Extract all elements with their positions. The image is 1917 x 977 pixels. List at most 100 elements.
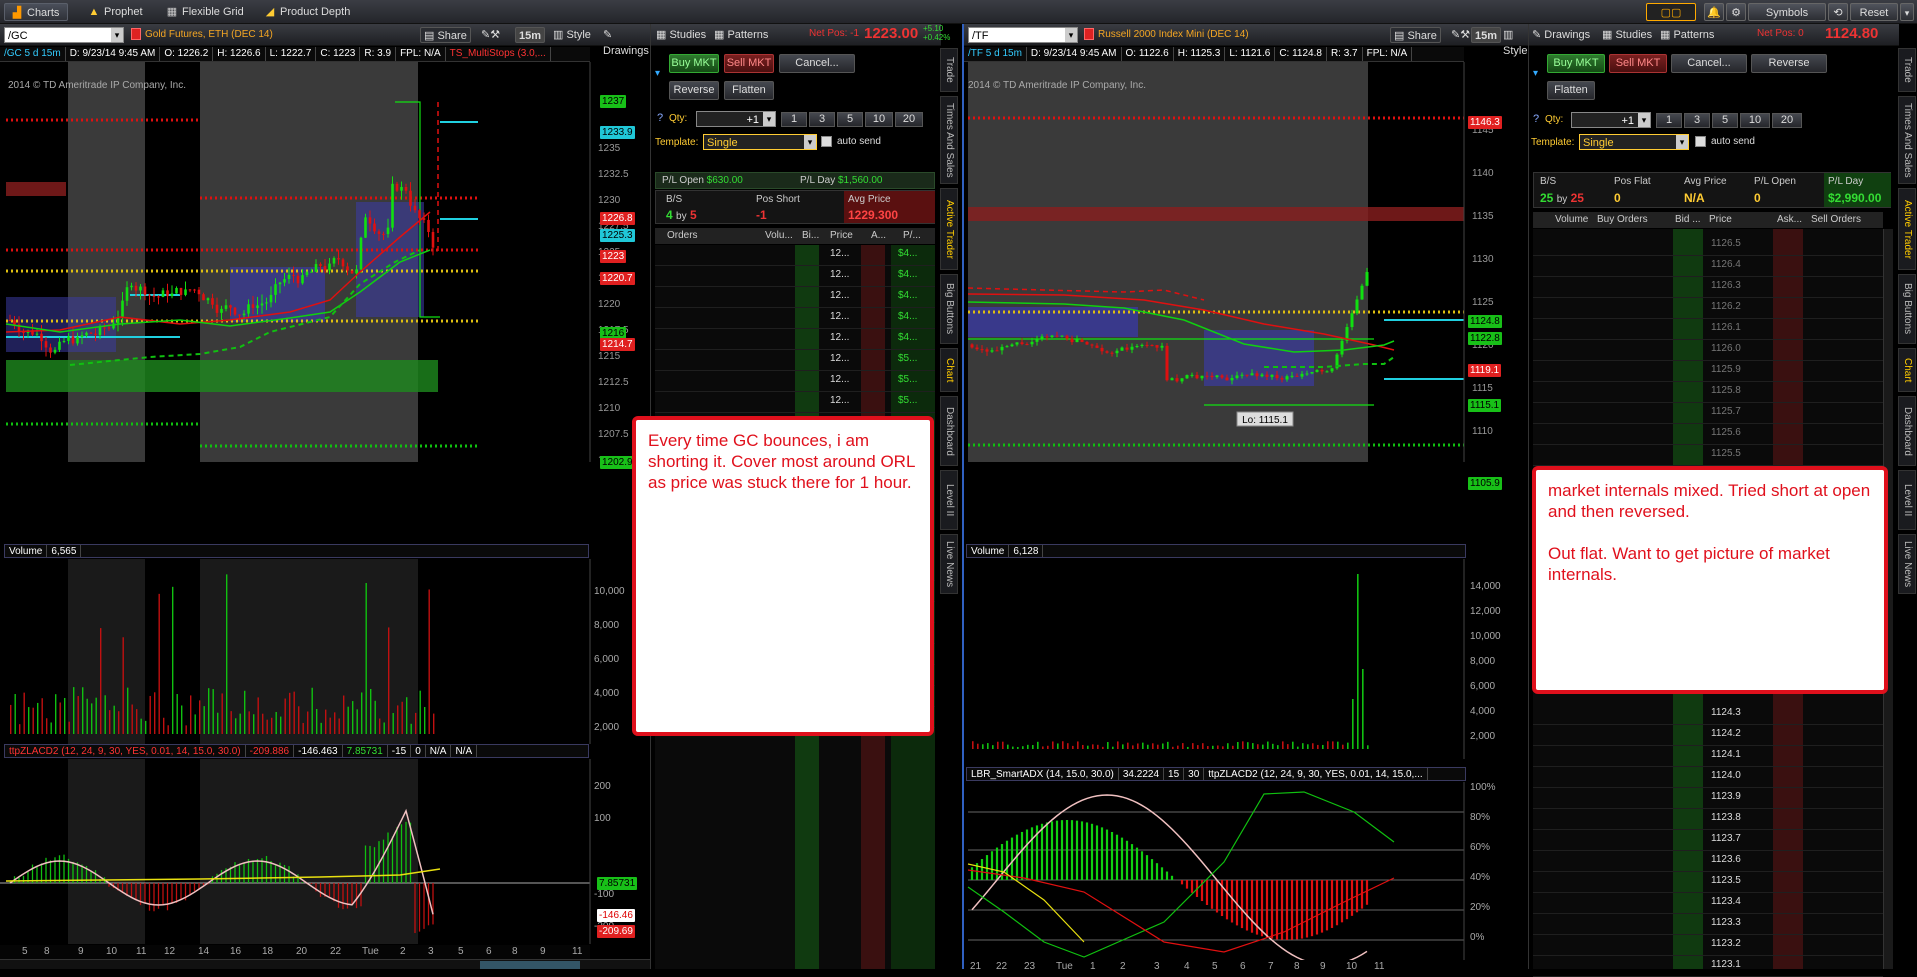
ladder-row[interactable]: 12... $5... <box>655 371 935 392</box>
left-scroll-bar[interactable] <box>0 959 650 969</box>
gc-price-chart[interactable]: 12351232.512301227.512251222.512201217.5… <box>0 62 650 462</box>
right-flatten-button[interactable]: Flatten <box>1547 81 1595 100</box>
right-cancel-button[interactable]: Cancel... <box>1671 54 1747 73</box>
tab-product-depth[interactable]: ◢ Product Depth <box>258 3 358 21</box>
left-template-select[interactable]: Single <box>703 134 817 150</box>
side-tab-dashboard[interactable]: Dashboard <box>940 396 958 466</box>
left-cancel-button[interactable]: Cancel... <box>779 54 855 73</box>
left-style-button[interactable]: ▥ Style <box>550 27 594 43</box>
side-tab-chart[interactable]: Chart <box>1898 348 1916 392</box>
left-drawings-button[interactable]: ✎ Drawings <box>600 27 652 57</box>
left-help-icon[interactable]: ? <box>657 112 663 124</box>
side-tab-live-news[interactable]: Live News <box>940 534 958 594</box>
left-qty-input[interactable]: +1 <box>696 111 776 127</box>
side-tab-dashboard[interactable]: Dashboard <box>1898 396 1916 466</box>
side-tab-big-buttons[interactable]: Big Buttons <box>1898 274 1916 344</box>
left-studies-button[interactable]: ▦ Studies <box>653 27 709 43</box>
ladder-row[interactable]: 1126.3 <box>1533 277 1883 298</box>
right-sell-mkt-button[interactable]: Sell MKT <box>1609 54 1667 73</box>
ladder-row[interactable]: 1125.6 <box>1533 424 1883 445</box>
ladder-row[interactable]: 1123.8 <box>1533 809 1883 830</box>
ladder-row[interactable]: 1125.7 <box>1533 403 1883 424</box>
left-interval-button[interactable]: 15m <box>515 27 546 43</box>
settings-icon[interactable]: ⚙ <box>1726 3 1746 21</box>
ladder-row[interactable]: 1125.5 <box>1533 445 1883 466</box>
side-tab-times-and-sales[interactable]: Times And Sales <box>1898 96 1916 184</box>
ladder-row[interactable]: 1124.3 <box>1533 704 1883 725</box>
ladder-row[interactable]: 1124.1 <box>1533 746 1883 767</box>
right-qty-input[interactable]: +1 <box>1571 112 1651 128</box>
ladder-row[interactable]: 12... $4... <box>655 266 935 287</box>
right-share-button[interactable]: ▤ Share <box>1390 27 1441 43</box>
left-qty-3[interactable]: 3 <box>809 112 835 127</box>
side-tab-level-ii[interactable]: Level II <box>1898 470 1916 530</box>
ladder-row[interactable]: 1126.0 <box>1533 340 1883 361</box>
ladder-row[interactable]: 1126.1 <box>1533 319 1883 340</box>
right-tools-icon[interactable]: ✎⚒ <box>1448 27 1473 43</box>
ladder-row[interactable]: 12... $4... <box>655 308 935 329</box>
right-interval-button[interactable]: 15m <box>1471 27 1502 43</box>
side-tab-active-trader[interactable]: Active Trader <box>1898 188 1916 270</box>
left-sell-mkt-button[interactable]: Sell MKT <box>724 54 774 73</box>
right-qty-10[interactable]: 10 <box>1740 113 1770 128</box>
tab-charts[interactable]: ▟ Charts <box>4 3 69 21</box>
ladder-row[interactable]: 12... $4... <box>655 287 935 308</box>
ladder-row[interactable]: 12... $4... <box>655 329 935 350</box>
right-symbol-input[interactable]: /TF <box>968 27 1078 43</box>
left-qty-20[interactable]: 20 <box>895 112 923 127</box>
ladder-row[interactable]: 1126.5 <box>1533 235 1883 256</box>
side-tab-trade[interactable]: Trade <box>940 48 958 92</box>
ladder-row[interactable]: 12... $5... <box>655 350 935 371</box>
ladder-row[interactable]: 1126.2 <box>1533 298 1883 319</box>
ladder-row[interactable]: 1126.4 <box>1533 256 1883 277</box>
right-qty-3[interactable]: 3 <box>1684 113 1710 128</box>
ladder-row[interactable]: 1125.9 <box>1533 361 1883 382</box>
ladder-row[interactable]: 1123.1 <box>1533 956 1883 977</box>
left-scroll-thumb[interactable] <box>480 961 580 969</box>
ladder-row[interactable]: 1123.6 <box>1533 851 1883 872</box>
gc-volume-chart[interactable]: 10,000 8,000 6,000 4,000 2,000 <box>0 559 650 744</box>
left-tools-icon[interactable]: ✎⚒ <box>478 27 503 43</box>
left-patterns-button[interactable]: ▦ Patterns <box>711 27 771 43</box>
ladder-row[interactable]: 1123.9 <box>1533 788 1883 809</box>
left-qty-1[interactable]: 1 <box>781 112 807 127</box>
right-qty-5[interactable]: 5 <box>1712 113 1738 128</box>
side-tab-big-buttons[interactable]: Big Buttons <box>940 274 958 344</box>
side-tab-live-news[interactable]: Live News <box>1898 534 1916 594</box>
right-collapse-icon[interactable]: ▾ <box>1533 68 1538 79</box>
ladder-row[interactable]: 1124.0 <box>1533 767 1883 788</box>
side-tab-level-ii[interactable]: Level II <box>940 470 958 530</box>
side-tab-chart[interactable]: Chart <box>940 348 958 392</box>
ladder-row[interactable]: 1123.3 <box>1533 914 1883 935</box>
right-drawings-button[interactable]: ✎ Drawings <box>1529 27 1593 43</box>
right-qty-20[interactable]: 20 <box>1772 113 1802 128</box>
side-tab-trade[interactable]: Trade <box>1898 48 1916 92</box>
right-template-select[interactable]: Single <box>1579 134 1689 150</box>
gc-indicator-chart[interactable]: 200100-100-200 <box>0 759 650 944</box>
left-flatten-button[interactable]: Flatten <box>724 81 774 100</box>
left-qty-10[interactable]: 10 <box>865 112 893 127</box>
refresh-icon[interactable]: ⟲ <box>1828 3 1848 21</box>
right-link-color-icon[interactable] <box>1084 28 1094 40</box>
ladder-row[interactable]: 1123.7 <box>1533 830 1883 851</box>
ladder-row[interactable]: 1124.2 <box>1533 725 1883 746</box>
tab-prophet[interactable]: ▲ Prophet <box>82 3 151 21</box>
tf-indicator-chart[interactable]: 100% 80% 60% 40% 20% 0% <box>964 782 1530 960</box>
right-auto-send-checkbox[interactable] <box>1695 136 1706 147</box>
reset-button[interactable]: Reset <box>1850 3 1898 21</box>
tf-volume-chart[interactable]: 14,000 12,000 10,000 8,000 6,000 4,000 2,000 <box>964 559 1530 759</box>
left-reverse-button[interactable]: Reverse <box>669 81 719 100</box>
ladder-row[interactable]: 12... $5... <box>655 392 935 413</box>
tf-price-chart[interactable]: Lo: 1115.1114511401135113011251120111511… <box>964 62 1530 462</box>
left-symbol-input[interactable]: /GC <box>4 27 124 43</box>
link-color-icon[interactable] <box>131 28 141 40</box>
right-style-button[interactable]: ▥ Style <box>1500 27 1530 57</box>
left-qty-5[interactable]: 5 <box>837 112 863 127</box>
left-collapse-icon[interactable]: ▾ <box>655 68 660 79</box>
ladder-row[interactable]: 1125.8 <box>1533 382 1883 403</box>
right-studies-button[interactable]: ▦ Studies <box>1599 27 1655 43</box>
right-buy-mkt-button[interactable]: Buy MKT <box>1547 54 1605 73</box>
bell-icon[interactable]: 🔔 <box>1704 3 1724 21</box>
ladder-row[interactable]: 1123.4 <box>1533 893 1883 914</box>
right-qty-1[interactable]: 1 <box>1656 113 1682 128</box>
